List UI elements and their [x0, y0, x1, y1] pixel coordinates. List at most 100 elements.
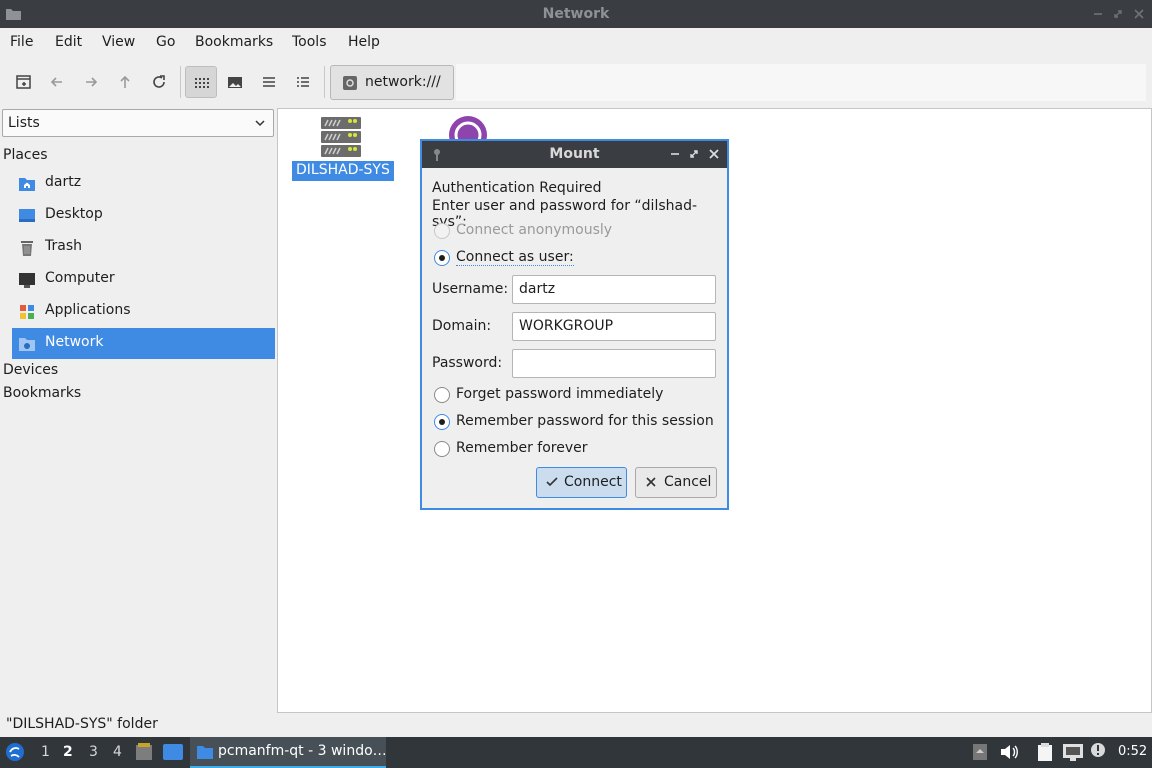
sidebar-item-trash[interactable]: Trash: [12, 232, 275, 263]
connect-anonymously-label: Connect anonymously: [456, 222, 613, 238]
maximize-button[interactable]: [1110, 6, 1126, 22]
dialog-titlebar[interactable]: Mount: [422, 141, 727, 168]
volume-icon[interactable]: [999, 743, 1019, 761]
menu-view[interactable]: View: [102, 34, 135, 50]
icon-view-button[interactable]: [185, 66, 217, 98]
notification-icon[interactable]: [1089, 741, 1107, 759]
workspace-4[interactable]: 4: [113, 744, 122, 760]
forward-arrow-icon: [86, 77, 98, 87]
maximize-icon: [1114, 10, 1122, 18]
menu-bookmarks[interactable]: Bookmarks: [195, 34, 273, 50]
forget-password-radio[interactable]: [434, 387, 450, 403]
password-field[interactable]: [512, 349, 716, 378]
remember-forever-radio[interactable]: [434, 441, 450, 457]
thumbnail-view-button[interactable]: [219, 66, 251, 98]
menu-bar: File Edit View Go Bookmarks Tools Help: [0, 28, 1152, 58]
network-tray-icon[interactable]: [1062, 742, 1084, 762]
status-text: "DILSHAD-SYS" folder: [6, 716, 158, 732]
tray-eject-icon[interactable]: [971, 743, 989, 761]
cancel-x-icon: [646, 477, 656, 487]
menu-go[interactable]: Go: [156, 34, 175, 50]
path-text: network:///: [365, 74, 441, 90]
section-devices[interactable]: Devices: [3, 362, 58, 378]
menu-help[interactable]: Help: [348, 34, 380, 50]
network-icon: [19, 338, 35, 351]
new-tab-button[interactable]: [8, 66, 40, 98]
toolbar-separator: [324, 66, 325, 98]
reload-button[interactable]: [143, 66, 175, 98]
home-folder-icon: [19, 178, 35, 191]
compact-view-button[interactable]: [253, 66, 285, 98]
remember-session-radio[interactable]: [434, 414, 450, 430]
forget-password-label: Forget password immediately: [456, 386, 664, 402]
password-label: Password:: [432, 355, 503, 371]
sidebar-item-label: Desktop: [45, 206, 103, 222]
checkmark-icon: [546, 477, 558, 487]
folder-icon: [197, 746, 213, 759]
menu-tools[interactable]: Tools: [292, 34, 327, 50]
clipboard-icon[interactable]: [1035, 742, 1055, 762]
sidebar-item-label: Computer: [45, 270, 115, 286]
desktop-icon: [19, 209, 35, 222]
server-icon[interactable]: [320, 116, 362, 158]
workspace-1[interactable]: 1: [41, 744, 50, 760]
sidebar-item-applications[interactable]: Applications: [12, 296, 275, 327]
username-field[interactable]: dartz: [512, 275, 716, 304]
cancel-button[interactable]: Cancel: [635, 467, 717, 498]
toolbar-separator: [180, 66, 181, 98]
back-button[interactable]: [41, 66, 73, 98]
forward-button[interactable]: [75, 66, 107, 98]
connect-button[interactable]: Connect: [536, 467, 627, 498]
file-item-label[interactable]: DILSHAD-SYS: [292, 161, 394, 181]
domain-field[interactable]: WORKGROUP: [512, 312, 716, 341]
minimize-icon: [1094, 13, 1102, 15]
dialog-close-icon[interactable]: [707, 147, 721, 161]
computer-icon: [19, 273, 35, 288]
workspace-2[interactable]: 2: [63, 744, 73, 760]
sidebar-item-dartz[interactable]: dartz: [12, 168, 275, 199]
menu-edit[interactable]: Edit: [55, 34, 82, 50]
sidebar-item-label: Network: [45, 334, 104, 350]
sidebar-item-computer[interactable]: Computer: [12, 264, 275, 295]
remember-forever-label: Remember forever: [456, 440, 588, 456]
trash-icon: [21, 241, 33, 256]
thumbnail-view-icon: [228, 77, 242, 88]
network-share-icon[interactable]: [448, 115, 488, 141]
username-label: Username:: [432, 281, 509, 297]
taskbar-task-pcmanfm[interactable]: pcmanfm-qt - 3 windo…: [190, 737, 387, 768]
connect-anonymously-radio[interactable]: [434, 223, 450, 239]
sidebar-mode-value: Lists: [8, 115, 40, 131]
menu-file[interactable]: File: [10, 34, 33, 50]
sidebar-item-desktop[interactable]: Desktop: [12, 200, 275, 231]
sidebar-mode-select[interactable]: Lists: [2, 109, 274, 137]
reload-icon: [153, 75, 165, 88]
dialog-minimize-icon[interactable]: [668, 147, 682, 161]
path-button-network[interactable]: network:///: [330, 65, 454, 100]
mount-dialog: Mount Authentication Required Enter user…: [420, 139, 729, 510]
path-bar-area[interactable]: [456, 64, 1146, 101]
compact-view-icon: [263, 77, 275, 87]
dialog-maximize-icon[interactable]: [687, 147, 701, 161]
section-places[interactable]: Places: [3, 147, 48, 163]
window-titlebar[interactable]: Network: [0, 0, 1152, 28]
close-button[interactable]: [1131, 6, 1147, 22]
cancel-button-label: Cancel: [664, 474, 712, 490]
sidebar-item-label: Trash: [45, 238, 82, 254]
connect-button-label: Connect: [564, 474, 622, 490]
detailed-list-view-button[interactable]: [287, 66, 319, 98]
workspace-3[interactable]: 3: [89, 744, 98, 760]
up-arrow-icon: [120, 75, 130, 88]
username-value: dartz: [519, 281, 556, 297]
detailed-list-view-icon: [297, 77, 309, 87]
clock[interactable]: 0:52: [1118, 744, 1147, 759]
sidebar-item-network[interactable]: Network: [12, 328, 275, 359]
section-bookmarks[interactable]: Bookmarks: [3, 385, 81, 401]
up-button[interactable]: [109, 66, 141, 98]
show-desktop-icon[interactable]: [162, 743, 184, 761]
status-bar: "DILSHAD-SYS" folder: [0, 713, 1152, 737]
domain-value: WORKGROUP: [519, 318, 614, 334]
connect-as-user-radio[interactable]: [434, 250, 450, 266]
minimize-button[interactable]: [1090, 6, 1106, 22]
file-manager-launcher-icon[interactable]: [134, 742, 154, 762]
start-menu-icon[interactable]: [5, 742, 25, 762]
